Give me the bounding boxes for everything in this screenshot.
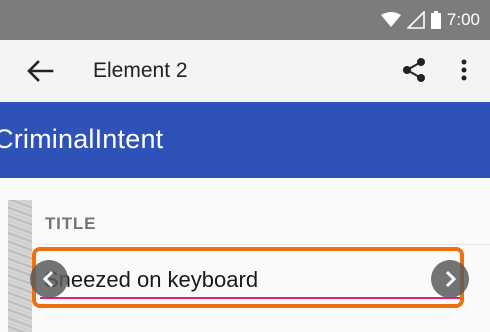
signal-icon [406,11,425,29]
title-input[interactable] [40,263,464,299]
more-vert-icon [461,59,467,81]
back-button[interactable] [26,59,54,83]
battery-icon [430,11,441,29]
next-button[interactable] [431,260,469,298]
prev-button[interactable] [30,260,68,298]
status-time: 7:00 [446,10,480,29]
status-bar: 7:00 [0,0,490,40]
toolbar-title: Element 2 [93,59,188,82]
app-title: CriminalIntent [0,124,164,154]
chevron-right-icon [445,270,457,288]
wifi-icon [380,12,401,27]
content-area [0,178,490,332]
back-arrow-icon [27,60,54,82]
more-options-button[interactable] [455,57,473,83]
crime-photo-thumbnail[interactable] [8,200,32,332]
toolbar: Element 2 [0,40,490,103]
app-bar: CriminalIntent [0,102,490,178]
share-icon [403,58,425,82]
share-button[interactable] [402,57,426,83]
title-section-label: TITLE [45,214,97,233]
section-divider [44,244,490,245]
status-icons: 7:00 [380,9,480,31]
chevron-left-icon [42,270,54,288]
